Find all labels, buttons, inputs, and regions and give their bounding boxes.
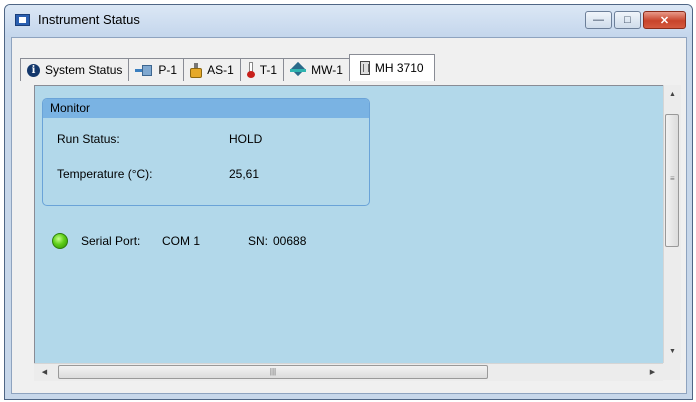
serial-port-value: COM 1	[162, 234, 201, 248]
sn-value: 00688	[273, 234, 307, 248]
vertical-scroll-thumb[interactable]: ≡	[665, 114, 679, 247]
horizontal-scroll-thumb[interactable]: |||	[58, 365, 488, 379]
title-bar[interactable]: Instrument Status — □ ✕	[5, 5, 692, 37]
app-icon	[15, 14, 30, 26]
run-status-label: Run Status:	[57, 132, 120, 146]
autosampler-icon	[190, 62, 203, 78]
grip-icon: ≡	[670, 174, 675, 183]
run-status-value: HOLD	[229, 132, 263, 146]
info-icon: i	[27, 63, 40, 77]
tab-system-status[interactable]: i System Status	[20, 58, 130, 81]
close-icon: ✕	[659, 14, 670, 27]
minimize-icon: —	[593, 14, 604, 26]
tab-as-1[interactable]: AS-1	[183, 58, 241, 81]
temperature-value: 25,61	[229, 167, 260, 181]
monitor-header: Monitor	[43, 99, 369, 118]
minimize-button[interactable]: —	[585, 11, 612, 29]
tab-mw-1[interactable]: MW-1	[283, 58, 350, 81]
tab-label: P-1	[158, 63, 178, 77]
scroll-left-arrow-icon[interactable]: ◀	[36, 365, 53, 381]
horizontal-scrollbar[interactable]: ◀ ||| ▶	[34, 363, 663, 381]
tab-label: AS-1	[207, 63, 234, 77]
microwave-icon	[290, 63, 307, 77]
maximize-button[interactable]: □	[614, 11, 641, 29]
close-button[interactable]: ✕	[643, 11, 686, 29]
tab-label: MH 3710	[374, 61, 424, 75]
serial-port-label: Serial Port:	[81, 234, 141, 248]
caption-buttons: — □ ✕	[585, 11, 686, 29]
tab-label: T-1	[259, 63, 278, 77]
sn-label: SN:	[248, 234, 269, 248]
scroll-right-arrow-icon[interactable]: ▶	[644, 365, 661, 381]
tab-strip: i System Status P-1 AS-1 T-1 MW-1 MH 371…	[20, 54, 435, 81]
vertical-scrollbar[interactable]: ▲ ≡ ▼	[663, 85, 681, 363]
tab-mh-3710[interactable]: MH 3710	[348, 54, 435, 81]
tab-t-1[interactable]: T-1	[239, 58, 285, 81]
monitor-group: Monitor Run Status: HOLD Temperature (°C…	[42, 98, 370, 206]
maximize-icon: □	[624, 14, 631, 26]
tab-label: System Status	[45, 63, 123, 77]
scroll-down-arrow-icon[interactable]: ▼	[664, 344, 681, 360]
pump-icon	[135, 64, 153, 77]
module-icon	[359, 61, 370, 75]
tab-label: MW-1	[311, 63, 343, 77]
window-title: Instrument Status	[38, 12, 140, 27]
temperature-label: Temperature (°C):	[57, 167, 153, 181]
connection-status-led-icon	[52, 233, 68, 249]
tab-p-1[interactable]: P-1	[128, 58, 185, 81]
scrollbar-corner	[663, 363, 680, 380]
thermometer-icon	[246, 62, 255, 78]
scroll-up-arrow-icon[interactable]: ▲	[664, 87, 681, 103]
